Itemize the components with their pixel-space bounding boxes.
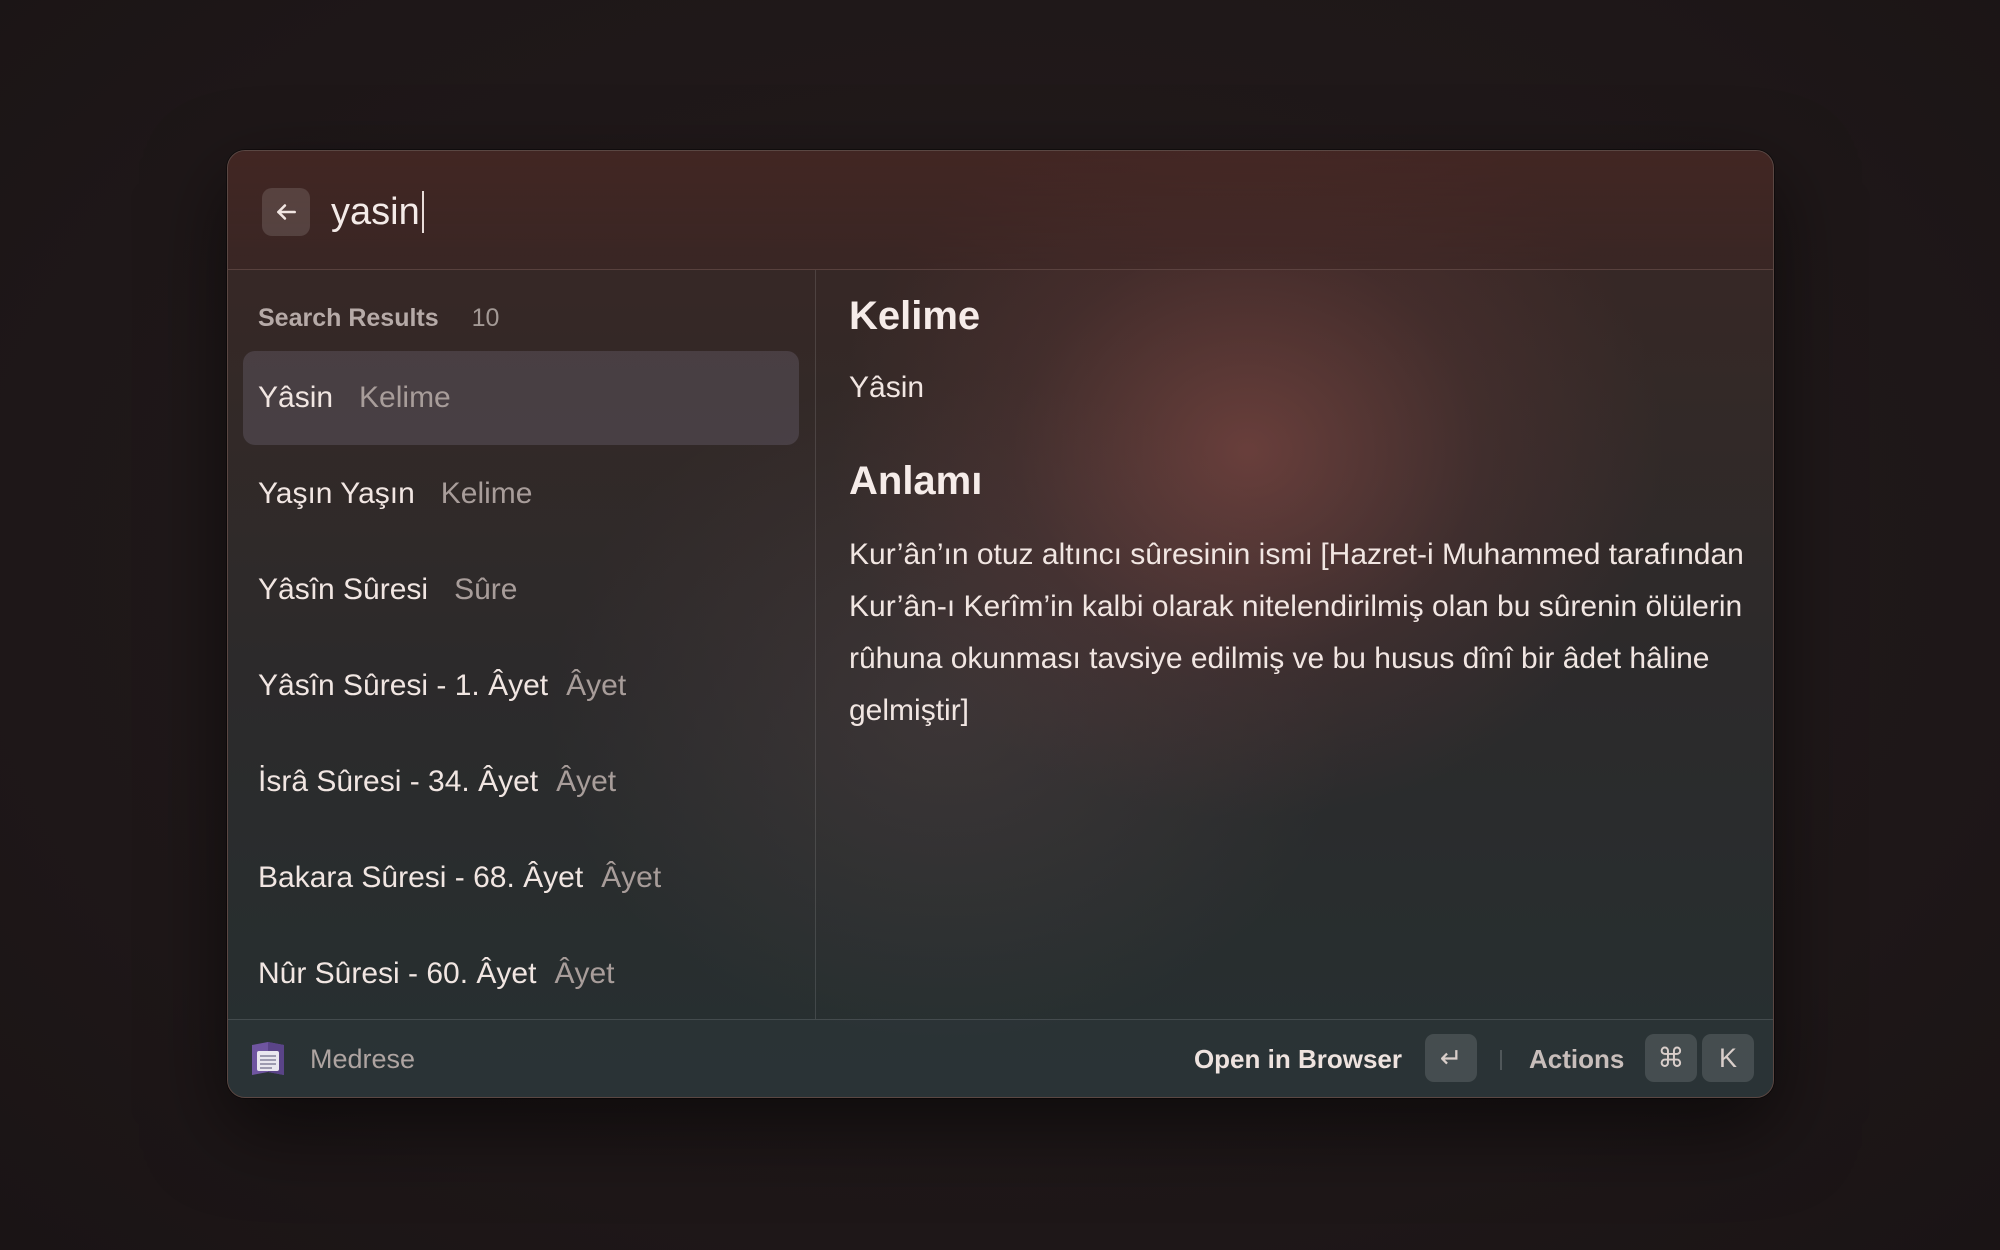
list-item-accessory: Âyet [556,765,617,798]
section-title: Search Results [258,303,439,332]
list-item[interactable]: Yâsîn Sûresi - 1. Âyet Âyet [243,639,799,733]
list-item[interactable]: Yâsîn Sûresi Sûre [243,543,799,637]
list-item-title: Yaşın Yaşın [258,477,415,510]
list-item-title: İsrâ Sûresi - 34. Âyet [258,765,539,798]
detail-heading-anlami: Anlamı [849,459,983,503]
list-item[interactable]: Yaşın Yaşın Kelime [243,447,799,541]
list-item-title: Yâsin [258,381,334,414]
results-list: Search Results 10 Yâsin Kelime Yaşın Yaş… [228,270,816,1019]
list-item-title: Yâsîn Sûresi [258,573,429,606]
back-button[interactable] [262,188,310,236]
action-bar: Medrese Open in Browser ↵ Actions ⌘ K [228,1019,1773,1097]
list-item-title: Bakara Sûresi - 68. Âyet [258,861,584,894]
list-item[interactable]: İsrâ Sûresi - 34. Âyet Âyet [243,735,799,829]
list-item-accessory: Kelime [440,477,533,510]
k-key[interactable]: K [1702,1034,1754,1082]
list-item[interactable]: Yâsin Kelime [243,351,799,445]
list-item-title: Nûr Sûresi - 60. Âyet [258,957,537,990]
results-count: 10 [471,303,500,332]
arrow-left-icon [277,204,296,220]
text-caret [421,191,424,233]
extension-name: Medrese [310,1043,416,1074]
list-item-accessory: Kelime [359,381,451,414]
book-icon [252,1042,284,1075]
list-item-accessory: Âyet [554,957,615,990]
list-item[interactable]: Nûr Sûresi - 60. Âyet Âyet [243,927,799,1019]
list-item-title: Yâsîn Sûresi - 1. Âyet [258,669,549,702]
detail-pane: Kelime Yâsin Anlamı Kur’ân’ın otuz altın… [817,270,1773,1019]
search-bar: yasin [228,151,1773,270]
actions-button[interactable]: Actions [1529,1040,1624,1078]
list-item-accessory: Âyet [601,861,662,894]
search-input-value[interactable]: yasin [331,191,420,234]
launcher-window: yasin Search Results 10 Yâsin Kelime Yaş… [227,150,1774,1098]
list-item-accessory: Sûre [454,573,518,606]
detail-word: Yâsin [849,371,925,404]
search-input[interactable]: yasin [331,187,424,237]
footer-divider [1500,1050,1502,1070]
section-header: Search Results 10 [258,300,499,336]
detail-meaning: Kur’ân’ın otuz altıncı sûresinin ismi [H… [849,538,1744,727]
open-in-browser-button[interactable]: Open in Browser [1194,1040,1402,1078]
command-key-icon[interactable]: ⌘ [1645,1034,1697,1082]
detail-heading-kelime: Kelime [849,294,981,338]
list-item[interactable]: Bakara Sûresi - 68. Âyet Âyet [243,831,799,925]
return-key-icon[interactable]: ↵ [1425,1034,1477,1082]
list-item-accessory: Âyet [566,669,627,702]
